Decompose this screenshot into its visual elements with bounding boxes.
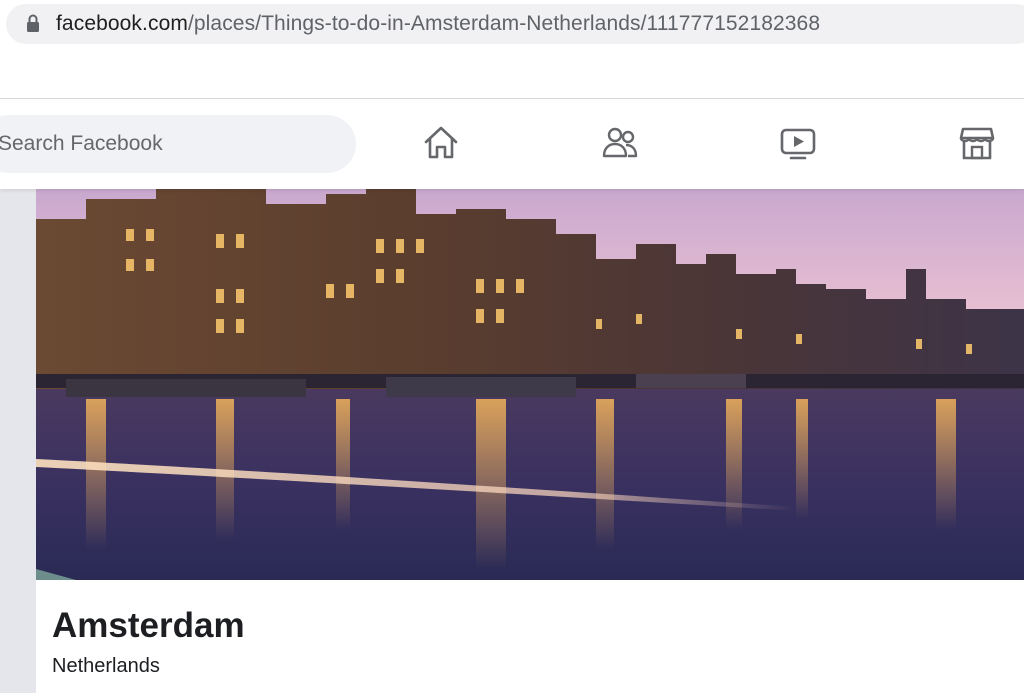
home-icon	[424, 126, 458, 159]
watch-nav-button[interactable]	[778, 123, 818, 163]
lock-icon[interactable]	[22, 4, 44, 44]
url-path: /places/Things-to-do-in-Amsterdam-Nether…	[187, 12, 821, 35]
place-info: Amsterdam Netherlands	[36, 580, 1024, 693]
home-nav-button[interactable]	[421, 123, 461, 163]
facebook-header	[0, 99, 1024, 189]
left-rail	[0, 189, 36, 693]
url-domain: facebook.com	[56, 12, 188, 35]
address-bar[interactable]: facebook.com/places/Things-to-do-in-Amst…	[6, 4, 1024, 44]
url-text[interactable]: facebook.com/places/Things-to-do-in-Amst…	[56, 12, 820, 36]
search-box[interactable]	[0, 115, 356, 173]
marketplace-nav-button[interactable]	[957, 123, 997, 163]
page-subtitle[interactable]: Netherlands	[52, 655, 160, 678]
marketplace-icon	[959, 127, 995, 160]
friends-nav-button[interactable]	[600, 123, 640, 163]
video-icon	[780, 128, 816, 160]
browser-toolbar: facebook.com/places/Things-to-do-in-Amst…	[0, 0, 1024, 99]
friends-icon	[602, 127, 638, 158]
cover-photo[interactable]	[36, 189, 1024, 580]
cover-illustration	[36, 189, 1024, 580]
page-title: Amsterdam	[52, 606, 245, 645]
search-input[interactable]	[0, 131, 330, 157]
